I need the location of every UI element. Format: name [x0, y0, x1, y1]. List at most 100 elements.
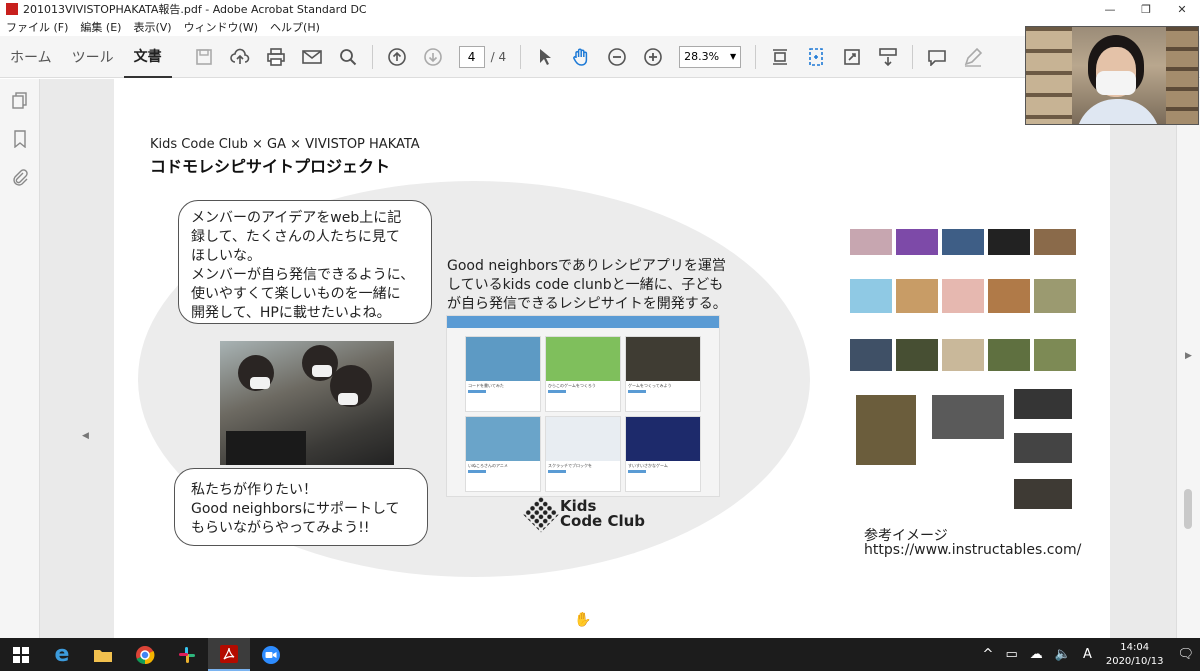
select-cursor-icon[interactable]: [530, 42, 560, 72]
windows-start-icon[interactable]: [0, 638, 42, 671]
description-line: しているkids code clunbと一緒に、子ども: [447, 277, 724, 293]
kids-code-club-logo: Kids Code Club: [522, 495, 645, 533]
upload-icon[interactable]: [225, 42, 255, 72]
thumb: [896, 229, 938, 255]
menu-view[interactable]: 表示(V): [133, 19, 171, 35]
left-navigation-rail: [0, 79, 40, 638]
logo-text: Kids Code Club: [560, 499, 645, 529]
pen-icon[interactable]: [958, 42, 988, 72]
title-bar: 201013VIVISTOPHAKATA報告.pdf - Adobe Acrob…: [0, 0, 1200, 18]
person-body: [1076, 99, 1160, 124]
face-mask: [250, 377, 270, 389]
chevron-down-icon: ▼: [729, 52, 737, 61]
clock[interactable]: 14:04 2020/10/13: [1106, 641, 1164, 669]
fullscreen-icon[interactable]: [837, 42, 867, 72]
vertical-scrollbar[interactable]: [1184, 489, 1192, 529]
battery-icon[interactable]: ▭: [1005, 647, 1017, 662]
person-mask: [1096, 71, 1136, 95]
menu-help[interactable]: ヘルプ(H): [270, 19, 320, 35]
recipe-card-tag: [468, 390, 486, 393]
thumb: [856, 395, 916, 465]
thumb: [850, 279, 892, 313]
kids-at-laptop-photo: [220, 341, 394, 465]
hand-tool-icon[interactable]: [566, 42, 596, 72]
slack-icon[interactable]: [166, 638, 208, 671]
notification-icon[interactable]: 🗨: [1177, 647, 1194, 662]
ime-indicator[interactable]: A: [1083, 647, 1092, 662]
recipe-card-caption: いぬころさんのアニメ: [468, 463, 508, 468]
menu-window[interactable]: ウィンドウ(W): [184, 19, 258, 35]
tab-tools[interactable]: ツール: [62, 36, 124, 78]
rotate-icon[interactable]: [801, 42, 831, 72]
zoom-out-icon[interactable]: [602, 42, 632, 72]
recipe-card-image: [466, 417, 540, 461]
fit-page-icon[interactable]: [765, 42, 795, 72]
speech-bubble-goal: 私たちが作りたい！ Good neighborsにサポートして もらいながらやっ…: [174, 468, 428, 546]
recipe-card-tag: [548, 470, 566, 473]
recipe-card: スクラッチでブロックを: [545, 416, 621, 492]
bubble-line: Good neighborsにサポートして: [191, 501, 400, 517]
thumb: [942, 339, 984, 371]
acrobat-icon[interactable]: [208, 638, 250, 671]
kids-code-club-site-screenshot: コードを書いてみた ひらこのゲームをつくろう ゲームをつくってみよう いぬころさ…: [446, 315, 720, 497]
thumb: [1034, 229, 1076, 255]
right-side-panel: ▶: [1176, 79, 1200, 638]
thumb: [896, 279, 938, 313]
system-tray: ^ ▭ ☁ 🔈 A 14:04 2020/10/13 🗨: [977, 638, 1200, 671]
logo-line: Code Club: [560, 512, 646, 530]
thumb: [942, 229, 984, 255]
thumb: [1014, 389, 1072, 419]
menu-edit[interactable]: 編集 (E): [80, 19, 121, 35]
clock-time: 14:04: [1120, 641, 1150, 653]
thumb: [850, 229, 892, 255]
volume-icon[interactable]: 🔈: [1055, 647, 1071, 662]
recipe-card-image: [546, 337, 620, 381]
edge-icon[interactable]: e: [42, 638, 82, 671]
attachment-icon[interactable]: [0, 161, 40, 193]
page-down-icon[interactable]: [418, 42, 448, 72]
file-explorer-icon[interactable]: [82, 638, 124, 671]
slide-headline: コドモレシピサイトプロジェクト: [150, 157, 391, 176]
expand-right-panel-icon[interactable]: ▶: [1185, 351, 1192, 361]
zoom-in-icon[interactable]: [638, 42, 668, 72]
mail-icon[interactable]: [297, 42, 327, 72]
recipe-card-caption: コードを書いてみた: [468, 383, 504, 388]
tab-document[interactable]: 文書: [123, 36, 172, 78]
bubble-line: 使いやすくて楽しいものを一緒に: [191, 286, 401, 302]
reference-url: https://www.instructables.com/: [864, 542, 1082, 558]
recipe-card-caption: ゲームをつくってみよう: [628, 383, 672, 388]
tab-home[interactable]: ホーム: [0, 36, 62, 78]
instructables-reference-image: [850, 227, 1078, 513]
search-icon[interactable]: [333, 42, 363, 72]
toolbar: ホーム ツール 文書 4 / 4 28.3% ▼: [0, 36, 1200, 78]
page-number-input[interactable]: 4: [458, 45, 485, 68]
comment-icon[interactable]: [922, 42, 952, 72]
page-thumbnails-icon[interactable]: [0, 85, 40, 117]
thumb: [988, 229, 1030, 255]
bookmark-icon[interactable]: [0, 123, 40, 155]
recipe-card-tag: [628, 390, 646, 393]
thumb: [988, 339, 1030, 371]
minimize-button[interactable]: —: [1092, 0, 1128, 18]
scroll-mode-icon[interactable]: [873, 42, 903, 72]
recipe-card-caption: ひらこのゲームをつくろう: [548, 383, 596, 388]
cloud-icon[interactable]: ☁: [1030, 647, 1043, 662]
acrobat-app-icon: [6, 3, 18, 15]
taskbar: e ^ ▭ ☁ 🔈 A 14:04 2020/10/13 🗨: [0, 638, 1200, 671]
recipe-card: すいすいさかなゲーム: [625, 416, 701, 492]
recipe-card-caption: すいすいさかなゲーム: [628, 463, 668, 468]
page-up-icon[interactable]: [382, 42, 412, 72]
chrome-icon[interactable]: [124, 638, 166, 671]
chevron-up-icon[interactable]: ^: [983, 647, 994, 662]
print-icon[interactable]: [261, 42, 291, 72]
menu-file[interactable]: ファイル (F): [6, 19, 68, 35]
close-button[interactable]: ✕: [1164, 0, 1200, 18]
zoom-icon[interactable]: [250, 638, 292, 671]
maximize-button[interactable]: ❐: [1128, 0, 1164, 18]
collapse-left-panel-icon[interactable]: ◀: [82, 431, 89, 441]
recipe-card-tag: [468, 470, 486, 473]
save-icon[interactable]: [189, 42, 219, 72]
recipe-card: いぬころさんのアニメ: [465, 416, 541, 492]
document-area[interactable]: ◀ Kids Code Club × GA × VIVISTOP HAKATA …: [40, 79, 1176, 638]
zoom-level-select[interactable]: 28.3% ▼: [679, 45, 742, 68]
